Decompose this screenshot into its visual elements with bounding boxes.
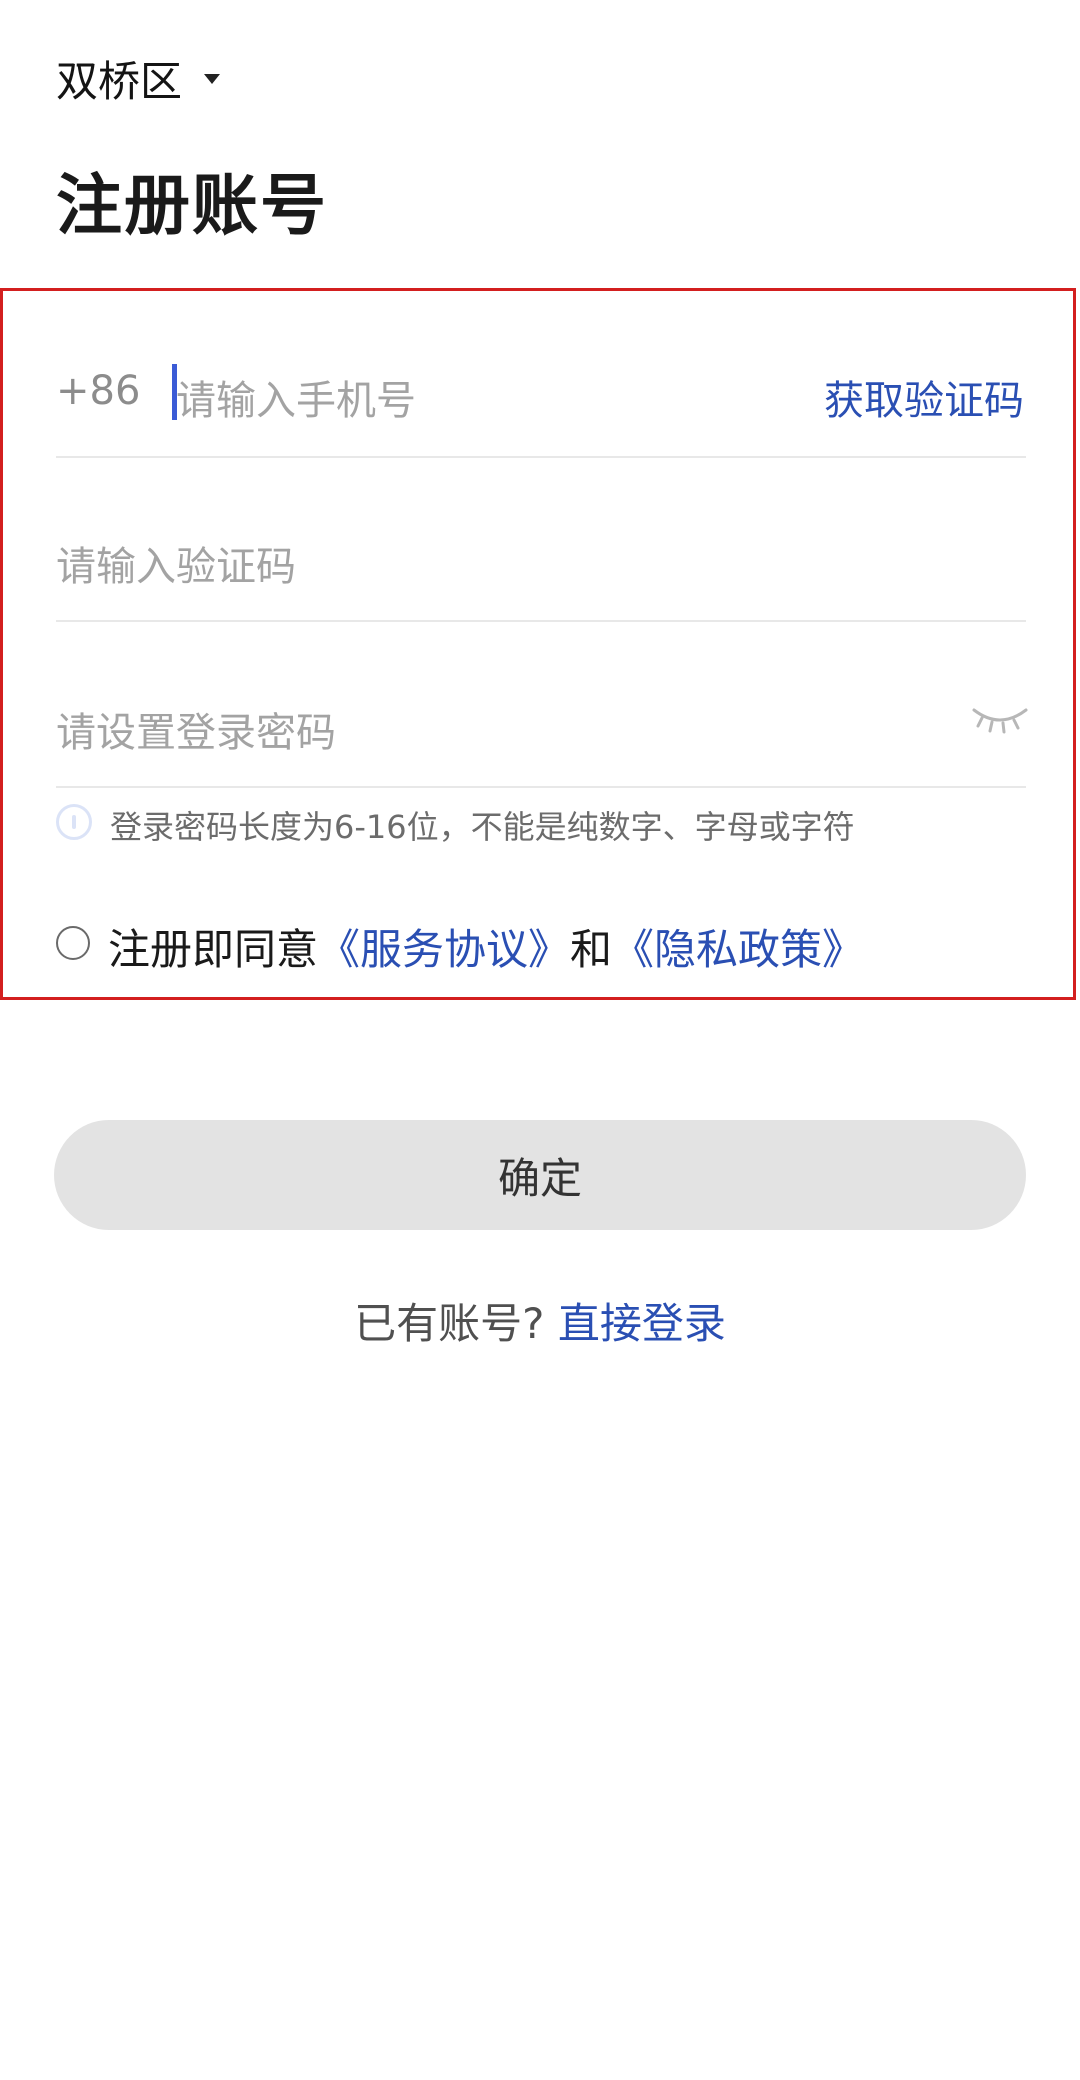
direct-login-link[interactable]: 直接登录 [558,1299,726,1348]
password-input[interactable]: 请设置登录密码 [56,700,336,758]
confirm-button[interactable]: 确定 [54,1120,1026,1230]
region-selector[interactable]: 双桥区 [56,48,221,109]
have-account-text: 已有账号? [354,1299,545,1348]
privacy-policy-link[interactable]: 《隐私政策》 [612,925,864,974]
login-prompt: 已有账号? 直接登录 [0,1290,1080,1351]
region-name: 双桥区 [56,57,183,106]
agreement-prefix: 注册即同意 [108,925,319,974]
agree-radio[interactable] [56,926,90,960]
password-hint: 登录密码长度为6-16位，不能是纯数字、字母或字符 [110,808,855,846]
get-code-button[interactable]: 获取验证码 [824,368,1024,426]
phone-input[interactable]: 请输入手机号 [176,368,416,426]
page-title: 注册账号 [56,167,328,244]
agreement-text: 注册即同意《服务协议》和《隐私政策》 [108,916,864,977]
code-field-divider [56,620,1026,622]
eye-closed-icon[interactable] [970,700,1030,736]
service-agreement-link[interactable]: 《服务协议》 [318,925,570,974]
caret-down-icon [204,73,221,84]
password-field-divider [56,786,1026,788]
info-icon [56,804,92,840]
phone-field-divider [56,456,1026,458]
agreement-conjunction: 和 [570,925,613,974]
code-input[interactable]: 请输入验证码 [56,534,296,592]
country-code[interactable]: +86 [56,368,140,414]
